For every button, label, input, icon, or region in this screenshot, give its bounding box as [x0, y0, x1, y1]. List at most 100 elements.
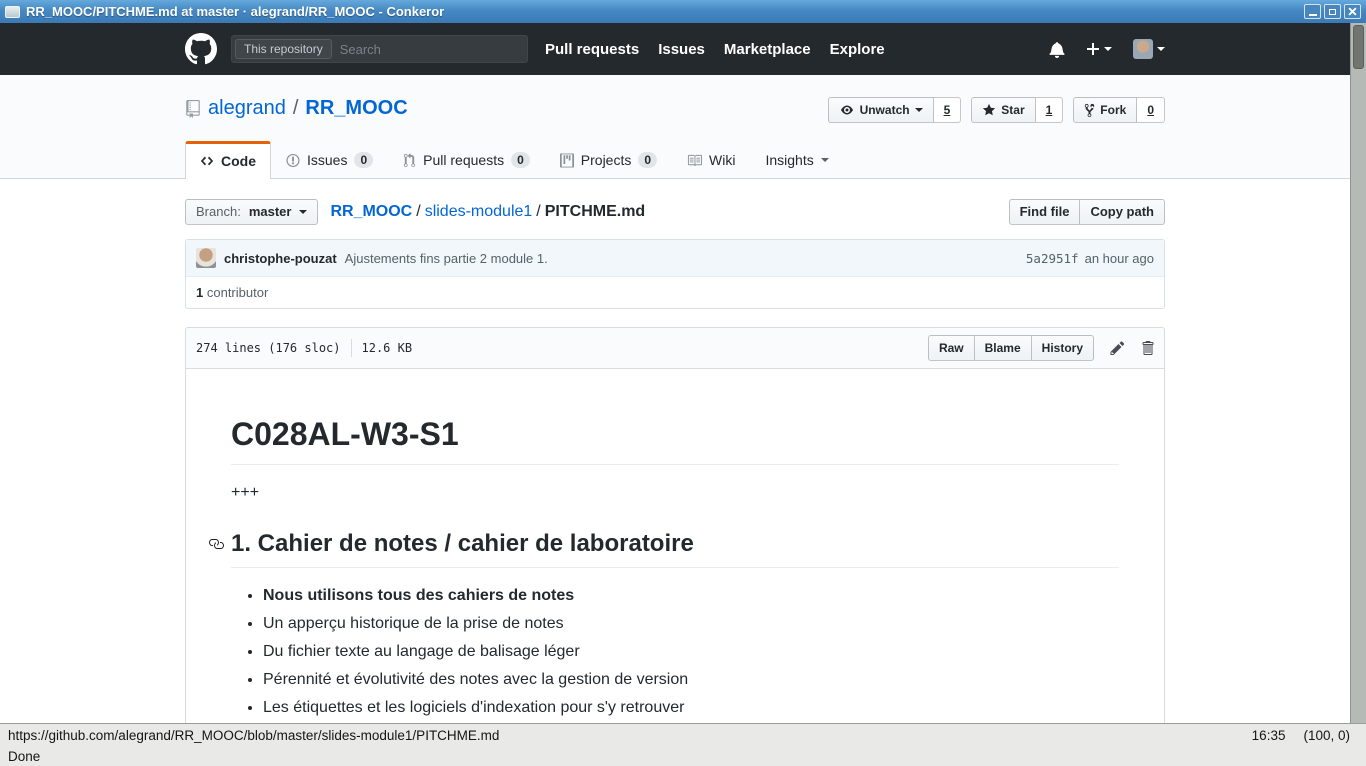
commit-author-avatar[interactable]: [196, 248, 216, 268]
tab-pull-requests[interactable]: Pull requests 0: [388, 141, 545, 178]
breadcrumb-separator: /: [416, 203, 420, 220]
list-item: Pérennité et évolutivité des notes avec …: [263, 668, 1119, 692]
markdown-list: Nous utilisons tous des cahiers de notes…: [231, 584, 1119, 720]
commit-sha-link[interactable]: 5a2951f: [1026, 251, 1079, 266]
list-item: Les étiquettes et les logiciels d'indexa…: [263, 696, 1119, 720]
fork-button[interactable]: Fork: [1073, 97, 1137, 123]
tab-wiki[interactable]: Wiki: [672, 141, 750, 178]
nav-explore[interactable]: Explore: [830, 41, 885, 58]
commit-message-link[interactable]: Ajustements fins partie 2 module 1.: [345, 251, 548, 266]
book-icon: [687, 153, 702, 168]
chevron-down-icon: [915, 108, 923, 112]
contributors-label: contributor: [207, 285, 268, 300]
find-file-button[interactable]: Find file: [1009, 199, 1081, 225]
chevron-down-icon: [1104, 47, 1112, 51]
forks-count[interactable]: 0: [1137, 97, 1165, 123]
header-search[interactable]: This repository: [231, 35, 528, 63]
notifications-bell-icon[interactable]: [1049, 41, 1065, 58]
breadcrumb: RR_MOOC/slides-module1/PITCHME.md: [330, 203, 645, 221]
project-icon: [560, 153, 574, 168]
repo-owner-link[interactable]: alegrand: [208, 97, 286, 120]
nav-pull-requests[interactable]: Pull requests: [545, 41, 639, 58]
blame-button[interactable]: Blame: [975, 335, 1032, 361]
edit-pencil-icon[interactable]: [1110, 340, 1125, 356]
tab-code[interactable]: Code: [185, 141, 271, 179]
plus-icon: [1086, 41, 1100, 57]
chevron-down-icon: [821, 158, 829, 162]
user-menu[interactable]: [1133, 39, 1165, 59]
vertical-scrollbar[interactable]: [1350, 23, 1366, 723]
search-input[interactable]: [332, 42, 527, 57]
create-new-dropdown[interactable]: [1086, 41, 1112, 57]
anchor-link-icon[interactable]: [208, 536, 224, 552]
commit-author-link[interactable]: christophe-pouzat: [224, 251, 337, 266]
unwatch-button[interactable]: Unwatch: [828, 97, 934, 123]
markdown-h2-text: 1. Cahier de notes / cahier de laboratoi…: [231, 530, 694, 557]
issues-counter: 0: [354, 152, 373, 168]
close-icon: [1348, 7, 1357, 16]
branch-label: Branch:: [196, 203, 241, 221]
markdown-h2: 1. Cahier de notes / cahier de laboratoi…: [231, 529, 1119, 568]
tab-code-label: Code: [221, 153, 256, 169]
nav-issues[interactable]: Issues: [658, 41, 705, 58]
breadcrumb-repo-link[interactable]: RR_MOOC: [330, 203, 412, 220]
minimize-icon: [1309, 14, 1317, 16]
repo-icon: [185, 100, 201, 118]
repo-tabs: Code Issues 0 Pull requests 0 Projects 0: [185, 141, 1165, 178]
file-view-box: 274 lines (176 sloc) 12.6 KB Raw Blame H…: [185, 327, 1165, 723]
copy-path-button[interactable]: Copy path: [1080, 199, 1165, 225]
tab-insights-label: Insights: [765, 152, 813, 168]
close-button[interactable]: [1344, 4, 1361, 19]
tab-projects-label: Projects: [581, 152, 632, 168]
commit-time: an hour ago: [1085, 251, 1154, 266]
star-icon: [982, 103, 996, 117]
github-logo-icon[interactable]: [185, 33, 217, 65]
tab-wiki-label: Wiki: [709, 152, 735, 168]
repo-title: alegrand / RR_MOOC: [185, 97, 408, 120]
projects-counter: 0: [638, 152, 657, 168]
repo-name-link[interactable]: RR_MOOC: [305, 97, 407, 120]
history-button[interactable]: History: [1032, 335, 1094, 361]
repo-pagehead: alegrand / RR_MOOC Unwatch 5: [0, 75, 1350, 179]
tab-insights[interactable]: Insights: [750, 141, 843, 178]
fork-label: Fork: [1100, 101, 1126, 119]
watchers-count[interactable]: 5: [934, 97, 962, 123]
browser-statusbar: https://github.com/alegrand/RR_MOOC/blob…: [0, 723, 1366, 766]
minimize-button[interactable]: [1304, 4, 1321, 19]
breadcrumb-separator: /: [536, 203, 540, 220]
unwatch-label: Unwatch: [860, 101, 910, 119]
restore-button[interactable]: [1324, 4, 1341, 19]
markdown-paragraph: +++: [231, 481, 1119, 505]
list-item: Nous utilisons tous des cahiers de notes: [263, 584, 1119, 608]
scrollbar-thumb[interactable]: [1353, 25, 1364, 69]
markdown-h1: C028AL-W3-S1: [231, 414, 1119, 465]
tab-projects[interactable]: Projects 0: [545, 141, 672, 178]
contributors-link[interactable]: 1 contributor: [196, 285, 268, 300]
list-item: Un apperçu historique de la prise de not…: [263, 612, 1119, 636]
nav-marketplace[interactable]: Marketplace: [724, 41, 811, 58]
issue-icon: [286, 153, 300, 168]
stargazers-count[interactable]: 1: [1036, 97, 1064, 123]
chevron-down-icon: [1157, 47, 1165, 51]
chevron-down-icon: [299, 210, 307, 214]
branch-name: master: [249, 203, 292, 221]
search-scope-label: This repository: [235, 39, 332, 59]
raw-button[interactable]: Raw: [928, 335, 975, 361]
list-item: Du fichier texte au langage de balisage …: [263, 640, 1119, 664]
user-avatar: [1133, 39, 1153, 59]
tab-issues[interactable]: Issues 0: [271, 141, 388, 178]
contributors-count: 1: [196, 285, 203, 300]
star-label: Star: [1001, 101, 1024, 119]
repo-title-separator: /: [293, 97, 299, 120]
window-titlebar: RR_MOOC/PITCHME.md at master · alegrand/…: [0, 0, 1366, 23]
restore-icon: [1329, 9, 1336, 15]
delete-trash-icon[interactable]: [1141, 340, 1154, 356]
file-info-divider: [351, 339, 352, 357]
star-button[interactable]: Star: [971, 97, 1035, 123]
branch-selector[interactable]: Branch: master: [185, 199, 318, 225]
rendered-markdown: C028AL-W3-S1 +++ 1. Cahier de notes / ca…: [186, 369, 1164, 723]
breadcrumb-dir-link[interactable]: slides-module1: [425, 203, 533, 220]
eye-icon: [839, 104, 855, 116]
status-coordinates: (100, 0): [1303, 728, 1350, 743]
status-done: Done: [8, 749, 40, 764]
